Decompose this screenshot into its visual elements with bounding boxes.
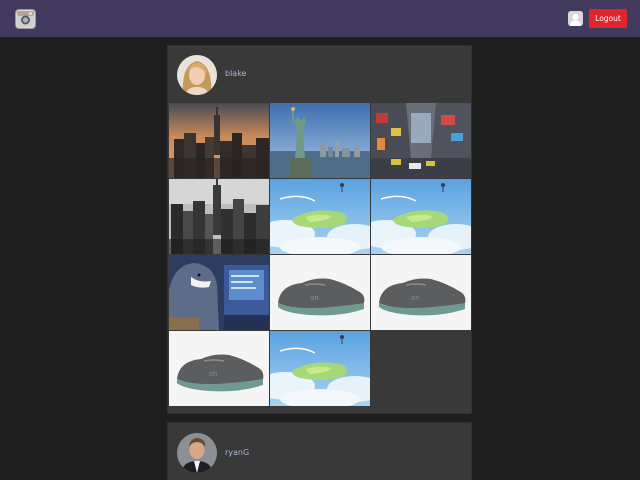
avatar[interactable] (177, 55, 217, 95)
photo-anime-sky-island[interactable] (270, 179, 370, 254)
photo-anime-sky-island[interactable] (270, 331, 370, 406)
photo-gray-running-shoe[interactable]: on (169, 331, 269, 406)
logout-button[interactable]: Logout (589, 9, 627, 28)
photo-nyc-skyline-sunset[interactable] (169, 103, 269, 178)
post-header: blake (168, 46, 471, 103)
svg-text:on: on (310, 294, 319, 302)
photo-shark-costume-computer[interactable] (169, 255, 269, 330)
photo-gray-running-shoe[interactable]: on (270, 255, 370, 330)
post-card: ryanG (167, 422, 472, 480)
post-username[interactable]: ryanG (225, 448, 249, 457)
photo-anime-sky-island[interactable] (371, 179, 471, 254)
post-header: ryanG (168, 423, 471, 480)
svg-text:on: on (209, 370, 218, 378)
photo-nyc-black-and-white[interactable] (169, 179, 269, 254)
user-icon[interactable] (568, 11, 583, 26)
post-username[interactable]: blake (225, 69, 246, 78)
photo-gray-running-shoe[interactable]: on (371, 255, 471, 330)
camera-icon[interactable] (15, 9, 36, 29)
photo-grid: on on on (169, 103, 471, 406)
top-navbar: Logout (0, 0, 640, 37)
svg-text:on: on (411, 294, 420, 302)
post-card: blake on on on (167, 45, 472, 414)
avatar[interactable] (177, 433, 217, 473)
photo-times-square[interactable] (371, 103, 471, 178)
photo-statue-of-liberty[interactable] (270, 103, 370, 178)
